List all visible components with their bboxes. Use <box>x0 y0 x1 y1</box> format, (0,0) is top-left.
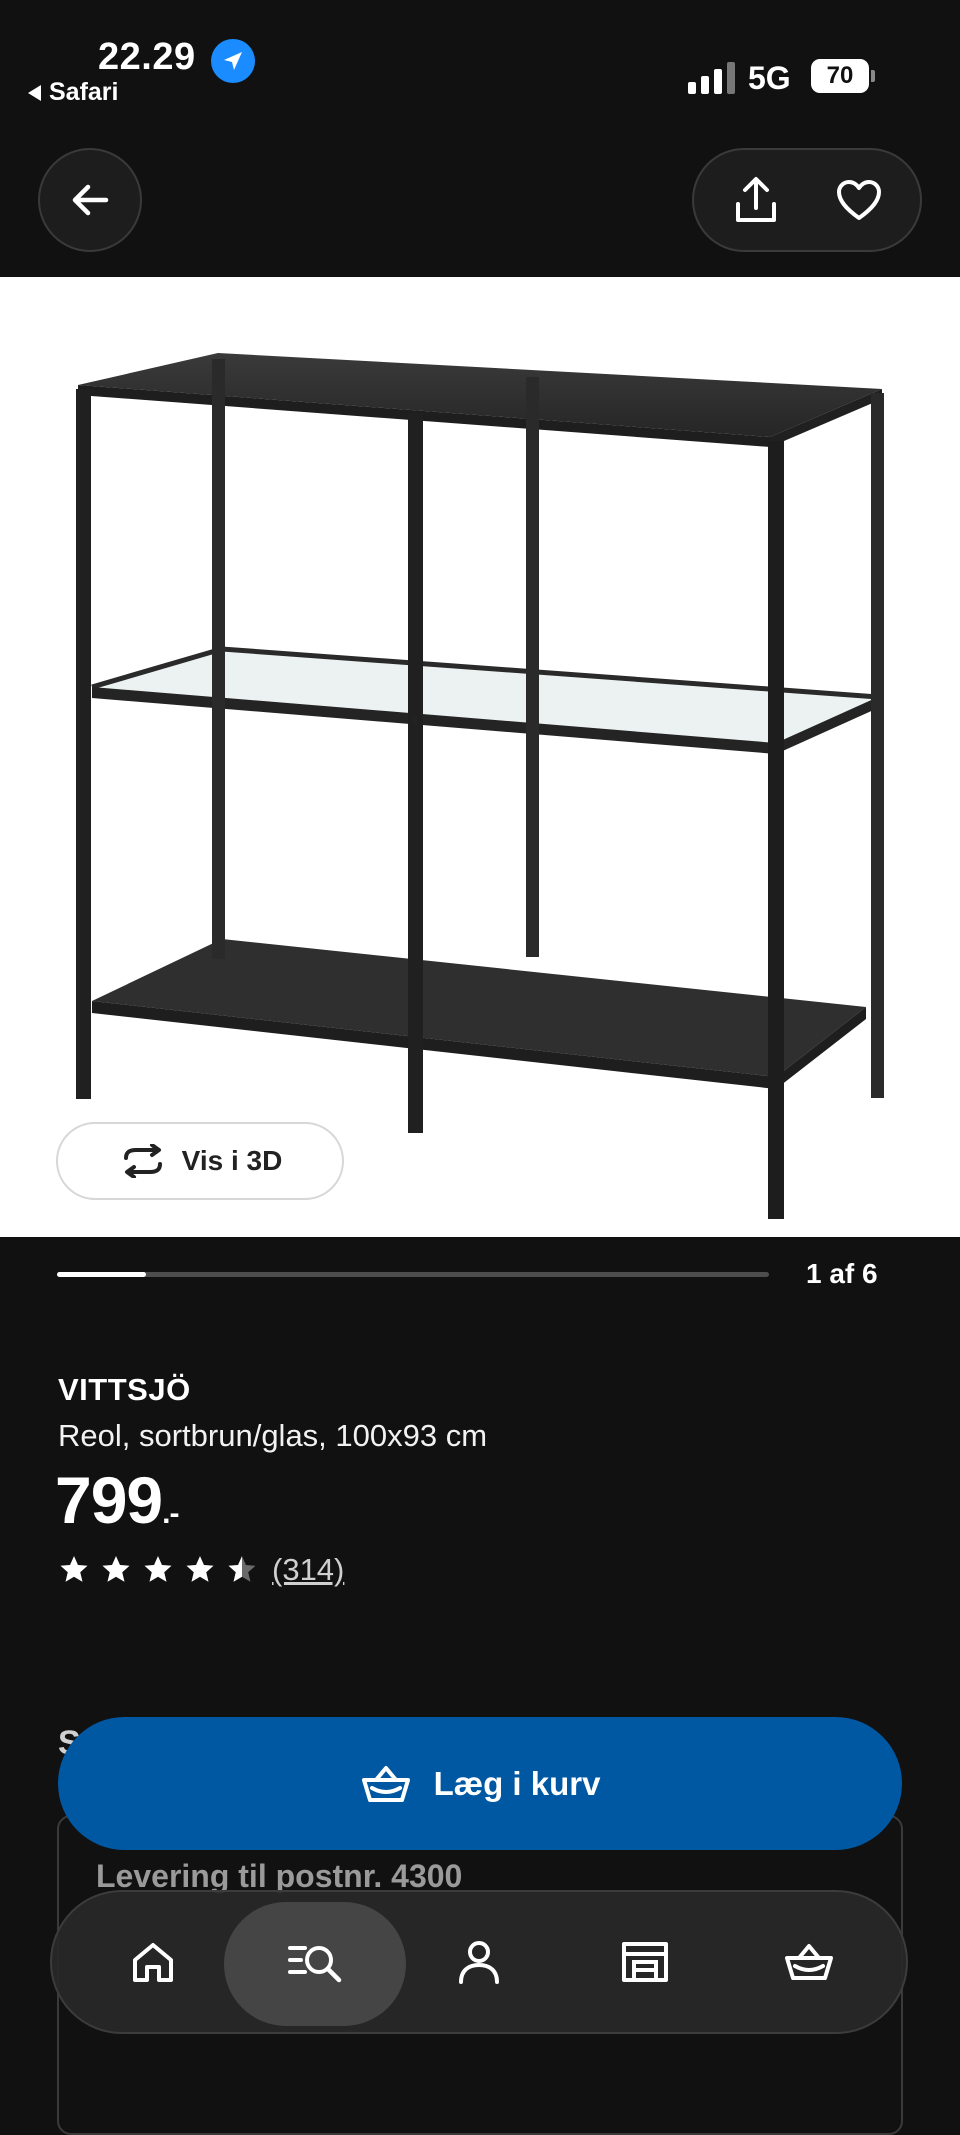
nav-home[interactable] <box>70 1890 235 2034</box>
arrow-left-icon <box>72 184 109 216</box>
price-suffix: .- <box>162 1497 179 1530</box>
nav-search[interactable] <box>232 1890 397 2034</box>
basket-icon <box>784 1944 833 1980</box>
star-icon <box>144 1556 172 1582</box>
product-description: Reol, sortbrun/glas, 100x93 cm <box>58 1418 488 1453</box>
back-button[interactable] <box>38 148 142 252</box>
nav-store[interactable] <box>562 1890 727 2034</box>
back-triangle-icon <box>28 84 41 101</box>
rating-stars[interactable] <box>58 1554 258 1584</box>
review-count-link[interactable]: (314) <box>272 1552 344 1588</box>
basket-icon <box>361 1765 410 1802</box>
battery-icon: 70 <box>811 59 869 93</box>
gallery-progress <box>57 1272 769 1277</box>
location-icon <box>211 39 255 83</box>
nav-basket[interactable] <box>726 1890 891 2034</box>
add-to-cart-label: Læg i kurv <box>433 1764 601 1802</box>
signal-icon <box>688 62 735 94</box>
product-image[interactable] <box>0 277 960 1237</box>
status-time: 22.29 <box>98 36 196 78</box>
shelf-image <box>76 353 884 1219</box>
back-app-label: Safari <box>49 78 119 106</box>
favorite-button[interactable] <box>819 160 899 240</box>
home-icon <box>132 1943 173 1982</box>
network-label: 5G <box>748 60 791 96</box>
product-price: 799.- <box>55 1462 179 1538</box>
star-icon <box>60 1556 88 1582</box>
back-to-app[interactable]: Safari <box>28 78 118 107</box>
store-icon <box>621 1942 668 1982</box>
price-value: 799 <box>55 1463 163 1537</box>
battery-tip <box>871 70 875 82</box>
star-icon <box>102 1556 130 1582</box>
star-icon <box>186 1556 214 1582</box>
nav-profile[interactable] <box>396 1890 561 2034</box>
gallery-progress-fill <box>57 1272 146 1277</box>
search-icon <box>287 1946 341 1983</box>
share-button[interactable] <box>716 160 796 240</box>
profile-icon <box>458 1941 499 1984</box>
heart-icon <box>836 180 881 220</box>
gallery-counter: 1 af 6 <box>806 1258 878 1289</box>
product-brand: VITTSJÖ <box>58 1372 191 1407</box>
add-to-cart-button[interactable]: Læg i kurv <box>58 1717 902 1850</box>
header-actions <box>692 148 922 252</box>
view-3d-button[interactable]: Vis i 3D <box>56 1122 344 1200</box>
share-icon <box>735 177 776 222</box>
rotate-3d-icon <box>123 1144 162 1178</box>
view-3d-label: Vis i 3D <box>181 1145 283 1176</box>
star-icon <box>228 1556 256 1582</box>
